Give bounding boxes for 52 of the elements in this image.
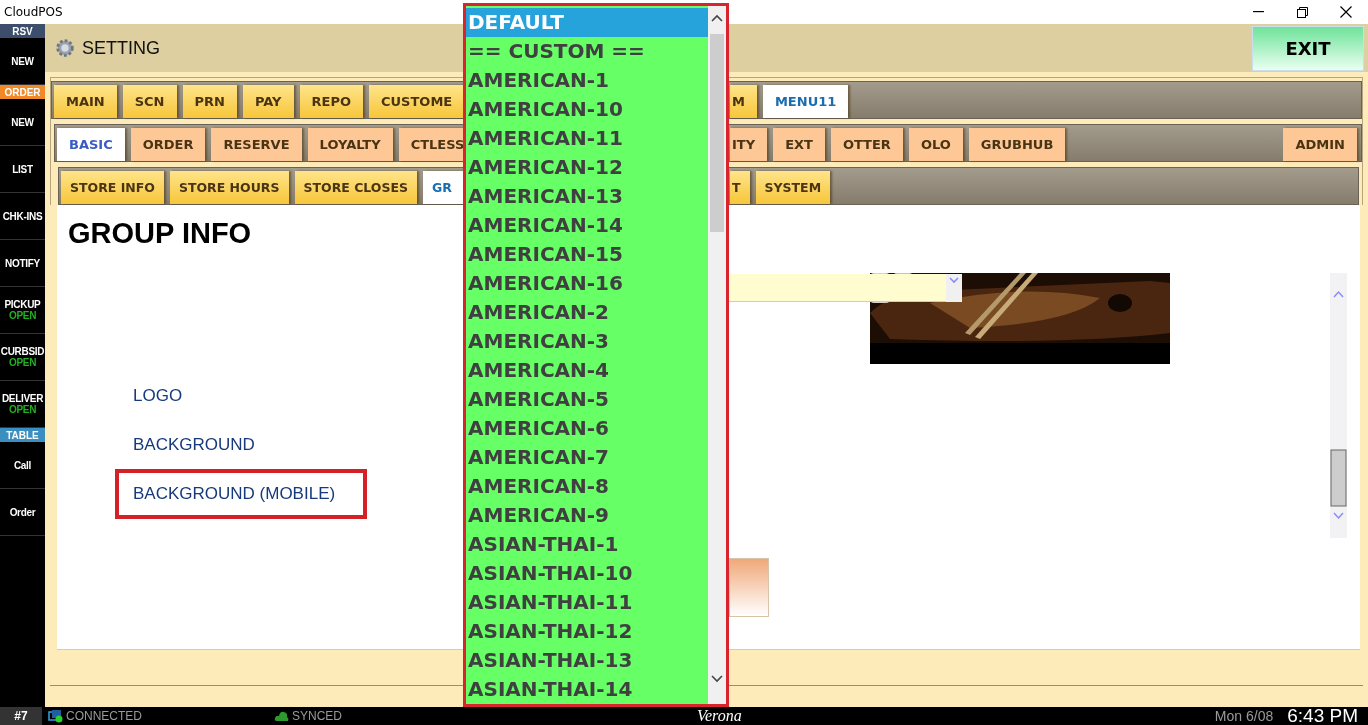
- theme-dropdown[interactable]: [729, 274, 962, 302]
- section-label: RSV: [0, 24, 45, 38]
- field-label: LOGO: [132, 384, 184, 407]
- tab[interactable]: CTLESS: [398, 128, 465, 161]
- network-icon: [48, 709, 63, 723]
- tab[interactable]: OLO: [908, 128, 963, 161]
- tab[interactable]: MENU11: [762, 85, 849, 118]
- color-button[interactable]: [729, 558, 769, 617]
- store-name: Verona: [697, 707, 742, 725]
- tab[interactable]: CUSTOME: [369, 85, 464, 118]
- connection-status: CONNECTED: [66, 709, 142, 723]
- sync-status: SYNCED: [292, 709, 343, 723]
- tab[interactable]: M: [730, 85, 757, 118]
- tab[interactable]: SYSTEM: [755, 171, 831, 204]
- tab[interactable]: SCN: [122, 85, 177, 118]
- chevron-down-icon: [947, 274, 961, 286]
- tab[interactable]: LOYALTY: [307, 128, 393, 161]
- tab[interactable]: STORE CLOSES: [294, 171, 418, 204]
- section-heading: GROUP INFO: [68, 217, 253, 250]
- scrollbar[interactable]: [1330, 273, 1347, 538]
- tab[interactable]: EXT: [773, 128, 825, 161]
- field-label: BACKGROUND: [132, 433, 256, 456]
- minimize-icon: [1252, 11, 1264, 13]
- settings-icon: [54, 37, 76, 59]
- section-label: TABLE: [0, 428, 45, 442]
- tab[interactable]: STORE HOURS: [169, 171, 289, 204]
- tab[interactable]: GRUBHUB: [968, 128, 1066, 161]
- tab[interactable]: PAY: [242, 85, 294, 118]
- tab[interactable]: ADMIN: [1283, 128, 1357, 161]
- tab[interactable]: MAIN: [54, 85, 117, 118]
- restore-icon: [1296, 6, 1308, 18]
- cloud-icon: [274, 709, 289, 723]
- exit-button[interactable]: EXIT: [1252, 25, 1364, 71]
- tab[interactable]: STORE INFO: [61, 171, 164, 204]
- tab[interactable]: GR: [423, 171, 464, 204]
- window-title: CloudPOS: [4, 5, 63, 19]
- tab[interactable]: ITY: [730, 128, 768, 161]
- page-title: SETTING: [82, 37, 160, 59]
- terminal-number: #7: [0, 707, 42, 725]
- tab[interactable]: BASIC: [57, 128, 125, 161]
- tab[interactable]: T: [730, 171, 750, 204]
- close-icon: [1340, 6, 1352, 18]
- date-text: Mon 6/08: [1214, 708, 1274, 724]
- tab[interactable]: REPO: [299, 85, 363, 118]
- tab[interactable]: PRN: [182, 85, 237, 118]
- scrollbar[interactable]: [708, 6, 726, 704]
- field-label: BACKGROUND (MOBILE): [133, 484, 336, 504]
- section-label: ORDER: [0, 85, 45, 99]
- tab[interactable]: ORDER: [130, 128, 206, 161]
- clock-time: 6:43 PM: [1287, 707, 1358, 725]
- tab[interactable]: RESERVE: [211, 128, 302, 161]
- tab[interactable]: OTTER: [830, 128, 903, 161]
